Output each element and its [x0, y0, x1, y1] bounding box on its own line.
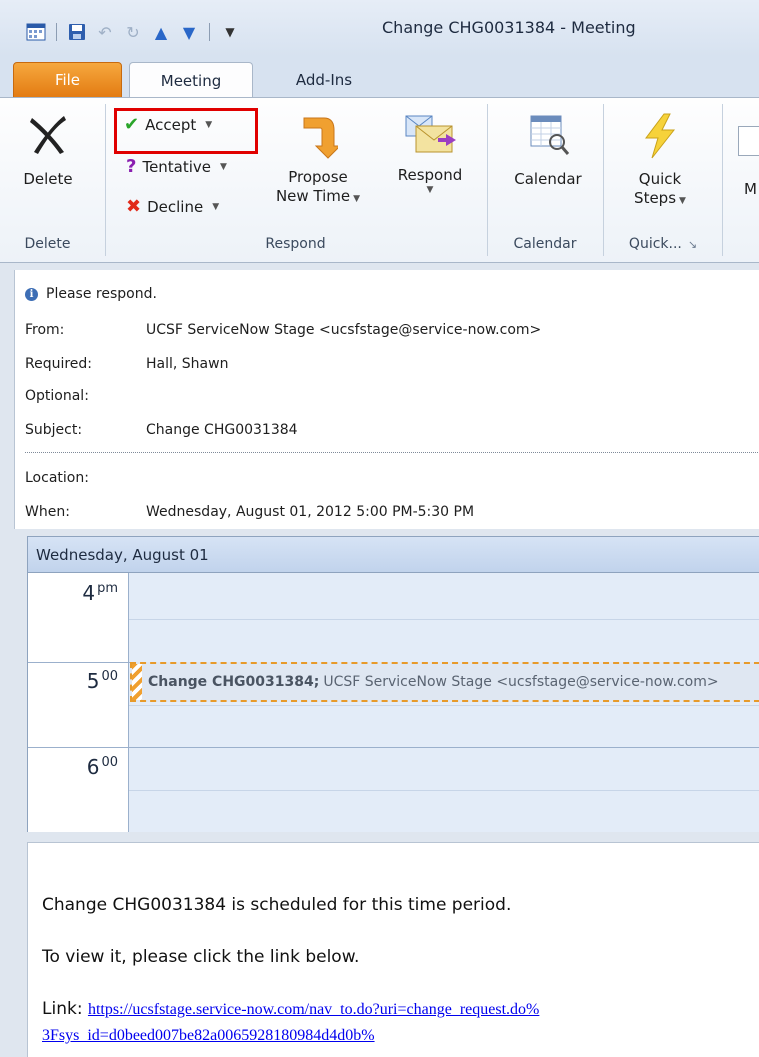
body-line-2: To view it, please click the link below. — [42, 947, 360, 967]
calendar-label: Calendar — [514, 170, 582, 188]
hour-label-5: 5 00 — [86, 669, 118, 693]
red-x-icon: ✖ — [126, 196, 142, 217]
info-text: Please respond. — [46, 286, 157, 302]
decline-button[interactable]: ✖ Decline ▼ — [126, 196, 219, 217]
link-label: Link: — [42, 999, 83, 1019]
qat-separator — [209, 23, 210, 41]
move-label-partial: M — [744, 180, 757, 198]
hour-label-4pm: 4 pm — [82, 581, 118, 605]
redo-icon[interactable]: ↻ — [123, 22, 143, 42]
change-request-link[interactable]: https://ucsfstage.service-now.com/nav_to… — [88, 1001, 539, 1018]
lightning-bolt-icon — [640, 112, 680, 160]
calendar-app-icon[interactable] — [26, 22, 46, 42]
decline-label: Decline — [147, 197, 204, 216]
chevron-down-icon: ▼ — [220, 161, 227, 172]
group-label-calendar: Calendar — [513, 236, 577, 252]
undo-icon[interactable]: ↶ — [95, 22, 115, 42]
message-body: Change CHG0031384 is scheduled for this … — [27, 842, 759, 1057]
group-separator — [487, 104, 488, 256]
optional-label: Optional: — [25, 388, 89, 404]
calendar-button[interactable]: Calendar — [500, 112, 596, 189]
delete-label: Delete — [23, 170, 73, 188]
hour-label-6: 6 00 — [86, 755, 118, 779]
change-request-link-continued[interactable]: 3Fsys_id=d0beed007be82a0065928180984d4d0… — [42, 1027, 375, 1044]
propose-label-line2: New Time ▼ — [275, 187, 361, 205]
appointment-subject: Change CHG0031384; — [148, 674, 320, 690]
chevron-down-icon: ▼ — [426, 185, 434, 195]
half-hour-line — [129, 705, 759, 706]
group-label-delete: Delete — [24, 236, 71, 252]
meeting-appointment[interactable]: Change CHG0031384; UCSF ServiceNow Stage… — [130, 662, 759, 702]
calendar-day-header: Wednesday, August 01 — [28, 537, 759, 573]
info-bar: i Please respond. — [25, 286, 157, 302]
body-link-line: Link: https://ucsfstage.service-now.com/… — [42, 999, 539, 1019]
calendar-grid[interactable] — [129, 573, 759, 832]
qat-separator — [56, 23, 57, 41]
calendar-search-icon — [523, 112, 573, 158]
respond-label: Respond — [397, 166, 463, 184]
question-mark-icon: ? — [126, 156, 137, 177]
subject-label: Subject: — [25, 422, 83, 438]
tentative-button[interactable]: ? Tentative ▼ — [126, 156, 227, 177]
body-link-line-2: 3Fsys_id=d0beed007be82a0065928180984d4d0… — [42, 1025, 375, 1045]
when-label: When: — [25, 504, 70, 520]
group-separator — [603, 104, 604, 256]
save-icon[interactable] — [67, 22, 87, 42]
tentative-label: Tentative — [142, 157, 212, 176]
respond-envelope-icon — [402, 112, 458, 158]
group-label-respond: Respond — [265, 236, 326, 252]
delete-button[interactable]: Delete — [22, 112, 74, 189]
quick-steps-button[interactable]: Quick Steps ▼ — [618, 112, 702, 211]
appointment-organizer: UCSF ServiceNow Stage <ucsfstage@service… — [323, 674, 719, 690]
half-hour-line — [129, 790, 759, 791]
quick-steps-label-line2: Steps ▼ — [634, 189, 686, 207]
tab-meeting[interactable]: Meeting — [129, 62, 253, 99]
accept-highlight-box — [114, 108, 258, 154]
header-divider — [25, 452, 759, 453]
propose-label-line1: Propose — [288, 168, 348, 186]
next-item-icon[interactable]: ▼ — [179, 22, 199, 42]
meeting-header: i Please respond. From: UCSF ServiceNow … — [14, 270, 759, 529]
info-icon: i — [25, 287, 38, 301]
time-column — [28, 573, 129, 832]
tentative-stripe — [132, 664, 142, 700]
tab-file[interactable]: File — [13, 62, 122, 98]
body-line-1: Change CHG0031384 is scheduled for this … — [42, 895, 512, 915]
location-label: Location: — [25, 470, 89, 486]
ribbon-tabs: File Meeting Add-Ins — [0, 56, 759, 99]
subject-value: Change CHG0031384 — [146, 422, 298, 438]
hour-line — [28, 747, 759, 748]
from-label: From: — [25, 322, 65, 338]
delete-x-icon — [26, 112, 70, 156]
propose-arrow-icon — [298, 112, 338, 160]
respond-button[interactable]: Respond ▼ — [384, 112, 476, 195]
group-label-quick-steps: Quick... ↘ — [628, 236, 698, 252]
from-value[interactable]: UCSF ServiceNow Stage <ucsfstage@service… — [146, 322, 541, 338]
when-value: Wednesday, August 01, 2012 5:00 PM-5:30 … — [146, 504, 475, 520]
quick-access-toolbar: ↶ ↻ ▲ ▼ ▼ — [26, 20, 240, 44]
move-icon[interactable] — [738, 126, 759, 156]
title-bar: ↶ ↻ ▲ ▼ ▼ Change CHG0031384 - Meeting — [0, 0, 759, 56]
half-hour-line — [129, 619, 759, 620]
quick-steps-label-line1: Quick — [638, 170, 682, 188]
calendar-preview: Wednesday, August 01 4 pm 5 00 6 00 Change … — [27, 536, 759, 832]
window-title: Change CHG0031384 - Meeting — [382, 18, 636, 37]
required-value[interactable]: Hall, Shawn — [146, 356, 228, 372]
dialog-launcher-icon[interactable]: ↘ — [688, 238, 697, 251]
group-separator — [105, 104, 106, 256]
chevron-down-icon: ▼ — [212, 201, 220, 212]
ribbon: Delete Delete ✔ Accept ▼ ? Tentative ▼ ✖… — [0, 97, 759, 263]
required-label: Required: — [25, 356, 93, 372]
tab-add-ins[interactable]: Add-Ins — [268, 62, 380, 98]
propose-new-time-button[interactable]: Propose New Time ▼ — [270, 112, 366, 209]
group-separator — [722, 104, 723, 256]
customize-toolbar-icon[interactable]: ▼ — [220, 22, 240, 42]
previous-item-icon[interactable]: ▲ — [151, 22, 171, 42]
